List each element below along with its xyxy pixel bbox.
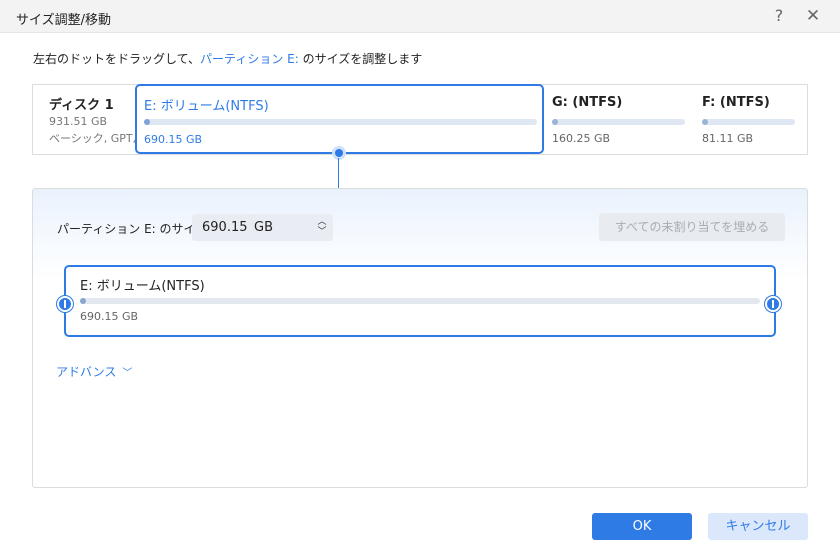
partition-size-stepper[interactable]: 690.15 GB ︿ ﹀ xyxy=(192,214,333,241)
partition-e-label: E: ボリューム(NTFS) xyxy=(144,99,269,114)
instruction-prefix: 左右のドットをドラッグして、 xyxy=(33,52,201,66)
partition-g-label: G: (NTFS) xyxy=(552,95,623,110)
cancel-button[interactable]: キャンセル xyxy=(708,513,808,540)
window-title: サイズ調整/移動 xyxy=(16,13,111,28)
close-icon[interactable]: ✕ xyxy=(804,6,822,26)
partition-size-label: パーティション E: のサイズ xyxy=(57,222,208,236)
disk-name: ディスク 1 xyxy=(49,98,114,113)
disk-size: 931.51 GB xyxy=(49,115,108,128)
disk-map: ディスク 1 931.51 GB ベーシック, GPT,... E: ボリューム… xyxy=(32,84,808,155)
ok-button[interactable]: OK xyxy=(592,513,692,540)
left-resize-handle[interactable] xyxy=(57,296,73,312)
partition-size-unit: GB xyxy=(254,220,273,235)
chevron-up-icon[interactable]: ︿ xyxy=(316,217,328,227)
selection-connector-line xyxy=(338,158,339,189)
partition-g-bar xyxy=(552,119,685,125)
partition-f-bar xyxy=(702,119,795,125)
partition-e-block[interactable]: E: ボリューム(NTFS) 690.15 GB xyxy=(135,84,544,154)
instruction-highlight: パーティション E: xyxy=(200,52,299,66)
selection-connector-dot xyxy=(332,146,346,160)
instruction-suffix: のサイズを調整します xyxy=(298,52,423,66)
advanced-toggle[interactable]: アドバンス ﹀ xyxy=(56,363,132,380)
resize-partition-label: E: ボリューム(NTFS) xyxy=(80,279,205,294)
chevron-down-icon: ﹀ xyxy=(122,368,133,379)
advanced-label: アドバンス xyxy=(56,365,117,379)
partition-size-value[interactable]: 690.15 xyxy=(202,220,248,235)
partition-e-bar xyxy=(144,119,537,125)
fill-unallocated-button[interactable]: すべての未割り当てを埋める xyxy=(599,213,785,241)
disk-type: ベーシック, GPT,... xyxy=(49,132,147,145)
chevron-down-icon[interactable]: ﹀ xyxy=(316,227,328,237)
resize-panel: パーティション E: のサイズ 690.15 GB ︿ ﹀ すべての未割り当てを… xyxy=(32,188,808,488)
partition-resize-box: E: ボリューム(NTFS) 690.15 GB xyxy=(57,265,781,337)
partition-f-size: 81.11 GB xyxy=(702,132,754,145)
partition-f-block[interactable]: F: (NTFS) 81.11 GB xyxy=(694,85,807,154)
partition-g-size: 160.25 GB xyxy=(552,132,611,145)
resize-partition-bar xyxy=(80,298,760,304)
help-icon[interactable]: ? xyxy=(771,6,787,26)
partition-f-label: F: (NTFS) xyxy=(702,95,770,110)
title-bar: サイズ調整/移動 ? ✕ xyxy=(0,0,840,33)
right-resize-handle[interactable] xyxy=(765,296,781,312)
instruction-text: 左右のドットをドラッグして、パーティション E: のサイズを調整します xyxy=(33,50,422,67)
resize-partition-size: 690.15 GB xyxy=(80,310,139,323)
partition-g-block[interactable]: G: (NTFS) 160.25 GB xyxy=(544,85,694,154)
partition-e-size: 690.15 GB xyxy=(144,133,203,146)
